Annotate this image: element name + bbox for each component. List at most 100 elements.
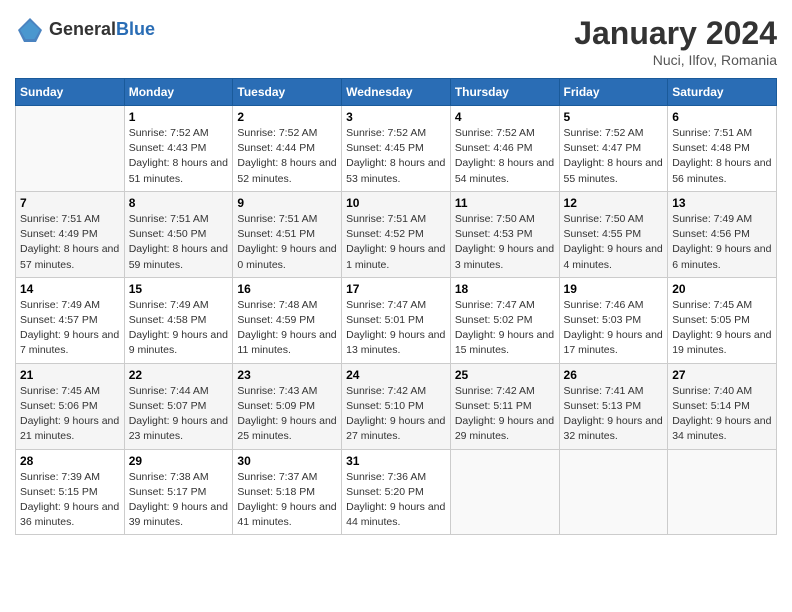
day-number: 18 (455, 282, 555, 296)
day-info: Sunrise: 7:50 AMSunset: 4:55 PMDaylight:… (564, 212, 664, 273)
day-info: Sunrise: 7:42 AMSunset: 5:10 PMDaylight:… (346, 384, 446, 445)
day-number: 16 (237, 282, 337, 296)
day-info: Sunrise: 7:49 AMSunset: 4:57 PMDaylight:… (20, 298, 120, 359)
day-info: Sunrise: 7:49 AMSunset: 4:58 PMDaylight:… (129, 298, 229, 359)
day-cell: 1 Sunrise: 7:52 AMSunset: 4:43 PMDaylight… (124, 106, 233, 192)
day-number: 29 (129, 454, 229, 468)
day-number: 23 (237, 368, 337, 382)
day-number: 20 (672, 282, 772, 296)
day-cell: 29 Sunrise: 7:38 AMSunset: 5:17 PMDayligh… (124, 449, 233, 535)
day-info: Sunrise: 7:46 AMSunset: 5:03 PMDaylight:… (564, 298, 664, 359)
day-info: Sunrise: 7:41 AMSunset: 5:13 PMDaylight:… (564, 384, 664, 445)
day-number: 22 (129, 368, 229, 382)
day-number: 14 (20, 282, 120, 296)
day-cell: 24 Sunrise: 7:42 AMSunset: 5:10 PMDayligh… (342, 363, 451, 449)
day-cell: 12Sunrise: 7:50 AMSunset: 4:55 PMDayligh… (559, 191, 668, 277)
header-tuesday: Tuesday (233, 79, 342, 106)
day-cell: 10Sunrise: 7:51 AMSunset: 4:52 PMDayligh… (342, 191, 451, 277)
week-row-1: 1 Sunrise: 7:52 AMSunset: 4:43 PMDaylight… (16, 106, 777, 192)
day-cell: 28Sunrise: 7:39 AMSunset: 5:15 PMDayligh… (16, 449, 125, 535)
day-number: 9 (237, 196, 337, 210)
calendar-table: SundayMondayTuesdayWednesdayThursdayFrid… (15, 78, 777, 535)
day-info: Sunrise: 7:47 AMSunset: 5:02 PMDaylight:… (455, 298, 555, 359)
day-info: Sunrise: 7:51 AMSunset: 4:51 PMDaylight:… (237, 212, 337, 273)
day-info: Sunrise: 7:52 AMSunset: 4:46 PMDaylight:… (455, 126, 555, 187)
day-number: 4 (455, 110, 555, 124)
day-number: 26 (564, 368, 664, 382)
day-info: Sunrise: 7:49 AMSunset: 4:56 PMDaylight:… (672, 212, 772, 273)
header-monday: Monday (124, 79, 233, 106)
week-row-5: 28Sunrise: 7:39 AMSunset: 5:15 PMDayligh… (16, 449, 777, 535)
day-cell (16, 106, 125, 192)
calendar-title: January 2024 (574, 15, 777, 52)
day-info: Sunrise: 7:48 AMSunset: 4:59 PMDaylight:… (237, 298, 337, 359)
header-sunday: Sunday (16, 79, 125, 106)
day-cell: 16 Sunrise: 7:48 AMSunset: 4:59 PMDayligh… (233, 277, 342, 363)
day-number: 11 (455, 196, 555, 210)
day-cell: 19 Sunrise: 7:46 AMSunset: 5:03 PMDayligh… (559, 277, 668, 363)
day-number: 30 (237, 454, 337, 468)
day-info: Sunrise: 7:44 AMSunset: 5:07 PMDaylight:… (129, 384, 229, 445)
page-header: GeneralBlue January 2024 Nuci, Ilfov, Ro… (15, 15, 777, 68)
day-number: 27 (672, 368, 772, 382)
day-number: 5 (564, 110, 664, 124)
day-info: Sunrise: 7:37 AMSunset: 5:18 PMDaylight:… (237, 470, 337, 531)
day-number: 25 (455, 368, 555, 382)
week-row-4: 21Sunrise: 7:45 AMSunset: 5:06 PMDayligh… (16, 363, 777, 449)
day-cell: 17Sunrise: 7:47 AMSunset: 5:01 PMDayligh… (342, 277, 451, 363)
day-cell: 9 Sunrise: 7:51 AMSunset: 4:51 PMDaylight… (233, 191, 342, 277)
day-cell (450, 449, 559, 535)
day-number: 1 (129, 110, 229, 124)
calendar-location: Nuci, Ilfov, Romania (574, 52, 777, 68)
day-cell: 26 Sunrise: 7:41 AMSunset: 5:13 PMDayligh… (559, 363, 668, 449)
day-number: 13 (672, 196, 772, 210)
header-wednesday: Wednesday (342, 79, 451, 106)
day-cell: 31 Sunrise: 7:36 AMSunset: 5:20 PMDayligh… (342, 449, 451, 535)
day-cell: 21Sunrise: 7:45 AMSunset: 5:06 PMDayligh… (16, 363, 125, 449)
day-number: 15 (129, 282, 229, 296)
title-block: January 2024 Nuci, Ilfov, Romania (574, 15, 777, 68)
day-number: 7 (20, 196, 120, 210)
day-info: Sunrise: 7:51 AMSunset: 4:48 PMDaylight:… (672, 126, 772, 187)
day-number: 19 (564, 282, 664, 296)
day-info: Sunrise: 7:40 AMSunset: 5:14 PMDaylight:… (672, 384, 772, 445)
header-saturday: Saturday (668, 79, 777, 106)
day-info: Sunrise: 7:36 AMSunset: 5:20 PMDaylight:… (346, 470, 446, 531)
day-cell: 8Sunrise: 7:51 AMSunset: 4:50 PMDaylight… (124, 191, 233, 277)
week-row-2: 7Sunrise: 7:51 AMSunset: 4:49 PMDaylight… (16, 191, 777, 277)
day-cell: 11 Sunrise: 7:50 AMSunset: 4:53 PMDayligh… (450, 191, 559, 277)
logo: GeneralBlue (15, 15, 155, 45)
day-info: Sunrise: 7:52 AMSunset: 4:45 PMDaylight:… (346, 126, 446, 187)
day-cell: 18 Sunrise: 7:47 AMSunset: 5:02 PMDayligh… (450, 277, 559, 363)
day-cell: 14 Sunrise: 7:49 AMSunset: 4:57 PMDayligh… (16, 277, 125, 363)
day-info: Sunrise: 7:52 AMSunset: 4:44 PMDaylight:… (237, 126, 337, 187)
day-cell (668, 449, 777, 535)
day-cell: 7Sunrise: 7:51 AMSunset: 4:49 PMDaylight… (16, 191, 125, 277)
day-cell: 15 Sunrise: 7:49 AMSunset: 4:58 PMDayligh… (124, 277, 233, 363)
day-number: 8 (129, 196, 229, 210)
day-cell: 20Sunrise: 7:45 AMSunset: 5:05 PMDayligh… (668, 277, 777, 363)
logo-general: GeneralBlue (49, 20, 155, 40)
day-info: Sunrise: 7:52 AMSunset: 4:47 PMDaylight:… (564, 126, 664, 187)
logo-icon (15, 15, 45, 45)
day-number: 6 (672, 110, 772, 124)
day-cell: 27 Sunrise: 7:40 AMSunset: 5:14 PMDayligh… (668, 363, 777, 449)
day-cell: 2Sunrise: 7:52 AMSunset: 4:44 PMDaylight… (233, 106, 342, 192)
day-info: Sunrise: 7:39 AMSunset: 5:15 PMDaylight:… (20, 470, 120, 531)
day-cell: 13 Sunrise: 7:49 AMSunset: 4:56 PMDayligh… (668, 191, 777, 277)
header-thursday: Thursday (450, 79, 559, 106)
day-cell: 25Sunrise: 7:42 AMSunset: 5:11 PMDayligh… (450, 363, 559, 449)
calendar-header-row: SundayMondayTuesdayWednesdayThursdayFrid… (16, 79, 777, 106)
day-cell: 23 Sunrise: 7:43 AMSunset: 5:09 PMDayligh… (233, 363, 342, 449)
day-info: Sunrise: 7:52 AMSunset: 4:43 PMDaylight:… (129, 126, 229, 187)
day-info: Sunrise: 7:51 AMSunset: 4:52 PMDaylight:… (346, 212, 446, 273)
day-info: Sunrise: 7:50 AMSunset: 4:53 PMDaylight:… (455, 212, 555, 273)
day-info: Sunrise: 7:43 AMSunset: 5:09 PMDaylight:… (237, 384, 337, 445)
day-cell (559, 449, 668, 535)
day-cell: 22 Sunrise: 7:44 AMSunset: 5:07 PMDayligh… (124, 363, 233, 449)
day-info: Sunrise: 7:38 AMSunset: 5:17 PMDaylight:… (129, 470, 229, 531)
day-number: 31 (346, 454, 446, 468)
day-number: 3 (346, 110, 446, 124)
day-number: 24 (346, 368, 446, 382)
day-cell: 3 Sunrise: 7:52 AMSunset: 4:45 PMDaylight… (342, 106, 451, 192)
